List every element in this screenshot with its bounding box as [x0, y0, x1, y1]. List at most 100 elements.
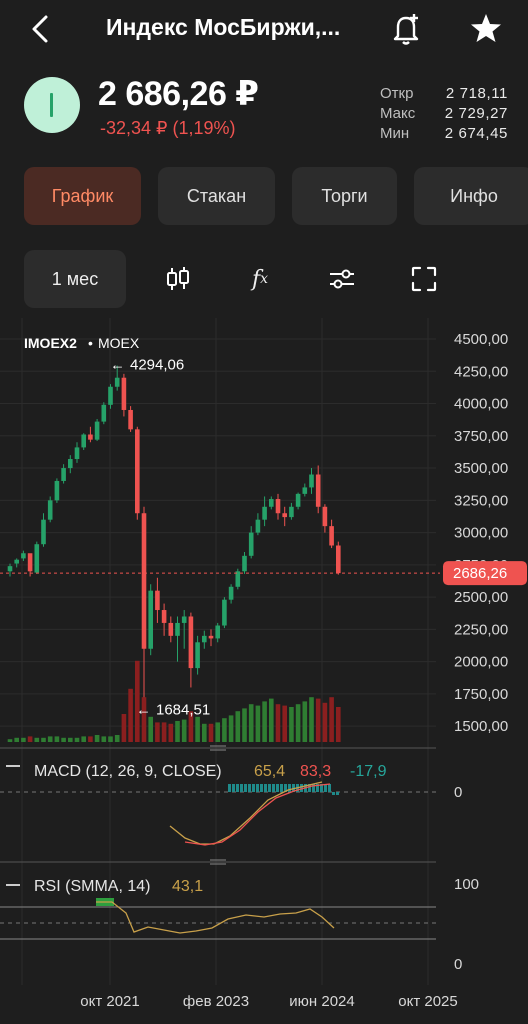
- min-marker-arrow: ←: [136, 701, 151, 718]
- volume-bar: [242, 708, 247, 742]
- volume-bar: [148, 716, 153, 742]
- candle-body: [68, 459, 73, 469]
- y-tick-label: 2250,00: [454, 621, 508, 638]
- candle-body: [195, 642, 200, 669]
- volume-bar: [329, 697, 334, 742]
- macd-hist-bar: [248, 784, 251, 792]
- settings-button[interactable]: [325, 263, 359, 295]
- volume-bar: [302, 701, 308, 742]
- y-tick-label: 3000,00: [454, 525, 508, 542]
- candle-body: [128, 409, 133, 430]
- volume-bar: [21, 737, 26, 742]
- chart-exchange: MOEX: [98, 335, 140, 351]
- volume-bar: [128, 688, 133, 742]
- tab-chart[interactable]: График: [24, 167, 141, 225]
- macd-hist-bar: [280, 784, 283, 792]
- candle-body: [181, 616, 187, 623]
- candle-body: [74, 447, 80, 460]
- candle-body: [94, 421, 100, 440]
- candle-body: [208, 635, 214, 639]
- max-label: 4294,06: [130, 357, 184, 374]
- favorite-star-icon[interactable]: [470, 12, 502, 44]
- volume-bar: [295, 704, 301, 742]
- y-tick-label: 4250,00: [454, 363, 508, 380]
- volume-bar: [114, 735, 120, 742]
- macd-signal-line: [184, 783, 331, 846]
- candle-body: [34, 544, 40, 573]
- volume-bar: [309, 697, 314, 742]
- candle-body: [275, 499, 281, 514]
- add-alert-bell-icon[interactable]: [390, 12, 422, 46]
- macd-hist-bar: [244, 784, 247, 792]
- volume-bar: [228, 715, 234, 742]
- volume-bar: [7, 739, 13, 742]
- volume-bar: [208, 723, 214, 742]
- price-chart[interactable]: 4500,00 4250,00 4000,00 3750,00 3500,00 3250,…: [0, 318, 528, 1024]
- volume-bar: [235, 711, 241, 742]
- volume-bar: [108, 736, 113, 742]
- volume-bar: [215, 722, 220, 742]
- volume-bar: [282, 705, 287, 742]
- page-title: Индекс МосБиржи,...: [106, 14, 341, 40]
- back-arrow-icon[interactable]: [26, 12, 56, 46]
- rsi-collapse-icon[interactable]: [6, 884, 20, 886]
- fullscreen-button[interactable]: [407, 263, 441, 295]
- macd-hist-bar: [228, 784, 231, 792]
- current-price-tag-label: 2686,26: [453, 565, 507, 582]
- candle-body: [248, 532, 254, 556]
- candle-body: [135, 429, 140, 514]
- macd-signal-value: 83,3: [300, 763, 331, 780]
- candle-body: [242, 555, 247, 572]
- volume-bar: [155, 722, 160, 742]
- x-tick-label: окт 2025: [398, 993, 457, 1010]
- candle-body: [289, 506, 294, 518]
- candle-body: [329, 526, 334, 546]
- candle-body: [7, 566, 13, 572]
- current-price: 2 686,26 ₽: [98, 75, 259, 113]
- x-tick-label: июн 2024: [289, 993, 354, 1010]
- tab-trades[interactable]: Торги: [292, 167, 397, 225]
- volume-bar: [101, 736, 107, 742]
- macd-hist-bar: [256, 784, 259, 792]
- macd-collapse-icon[interactable]: [6, 765, 20, 767]
- macd-hist-bar: [332, 792, 335, 795]
- candle-body: [114, 377, 120, 387]
- candle-body: [228, 586, 234, 600]
- indicators-button[interactable]: fx: [243, 263, 277, 295]
- candle-body: [255, 519, 261, 533]
- volume-bar: [168, 723, 174, 742]
- tab-info[interactable]: Инфо: [414, 167, 528, 225]
- volume-bar: [255, 705, 261, 742]
- candle-body: [101, 404, 107, 422]
- candle-body: [88, 434, 93, 440]
- candle-body: [322, 506, 328, 527]
- volume-bar: [47, 736, 53, 742]
- candle-body: [141, 513, 147, 649]
- y-tick-label: 2500,00: [454, 589, 508, 606]
- volume-bar: [315, 698, 321, 742]
- candle-body: [222, 599, 227, 626]
- stat-high: Макс 2 729,27: [380, 105, 508, 122]
- volume-bar: [88, 736, 93, 742]
- candle-type-button[interactable]: [161, 263, 195, 295]
- volume-bar: [269, 698, 274, 742]
- y-tick-label: 4500,00: [454, 331, 508, 348]
- tab-orderbook[interactable]: Стакан: [158, 167, 275, 225]
- volume-bar: [81, 736, 86, 742]
- price-change: -32,34 ₽ (1,19%): [100, 118, 236, 138]
- instrument-logo: [24, 77, 80, 133]
- period-selector[interactable]: 1 мес: [24, 250, 126, 308]
- candle-body: [161, 610, 167, 623]
- volume-bar: [121, 714, 127, 742]
- macd-hist-bar: [288, 784, 291, 792]
- candle-body: [168, 622, 174, 636]
- candle-body: [54, 480, 60, 501]
- chart-toolbar: 1 мес fx: [0, 250, 528, 308]
- candle-body: [235, 571, 241, 587]
- volume-bar: [27, 736, 33, 742]
- x-axis: окт 2021 фев 2023 июн 2024 окт 2025: [80, 993, 457, 1010]
- volume-bar: [248, 704, 254, 742]
- function-icon: f: [251, 266, 261, 292]
- sliders-icon: [330, 269, 354, 289]
- candle-body: [315, 474, 321, 507]
